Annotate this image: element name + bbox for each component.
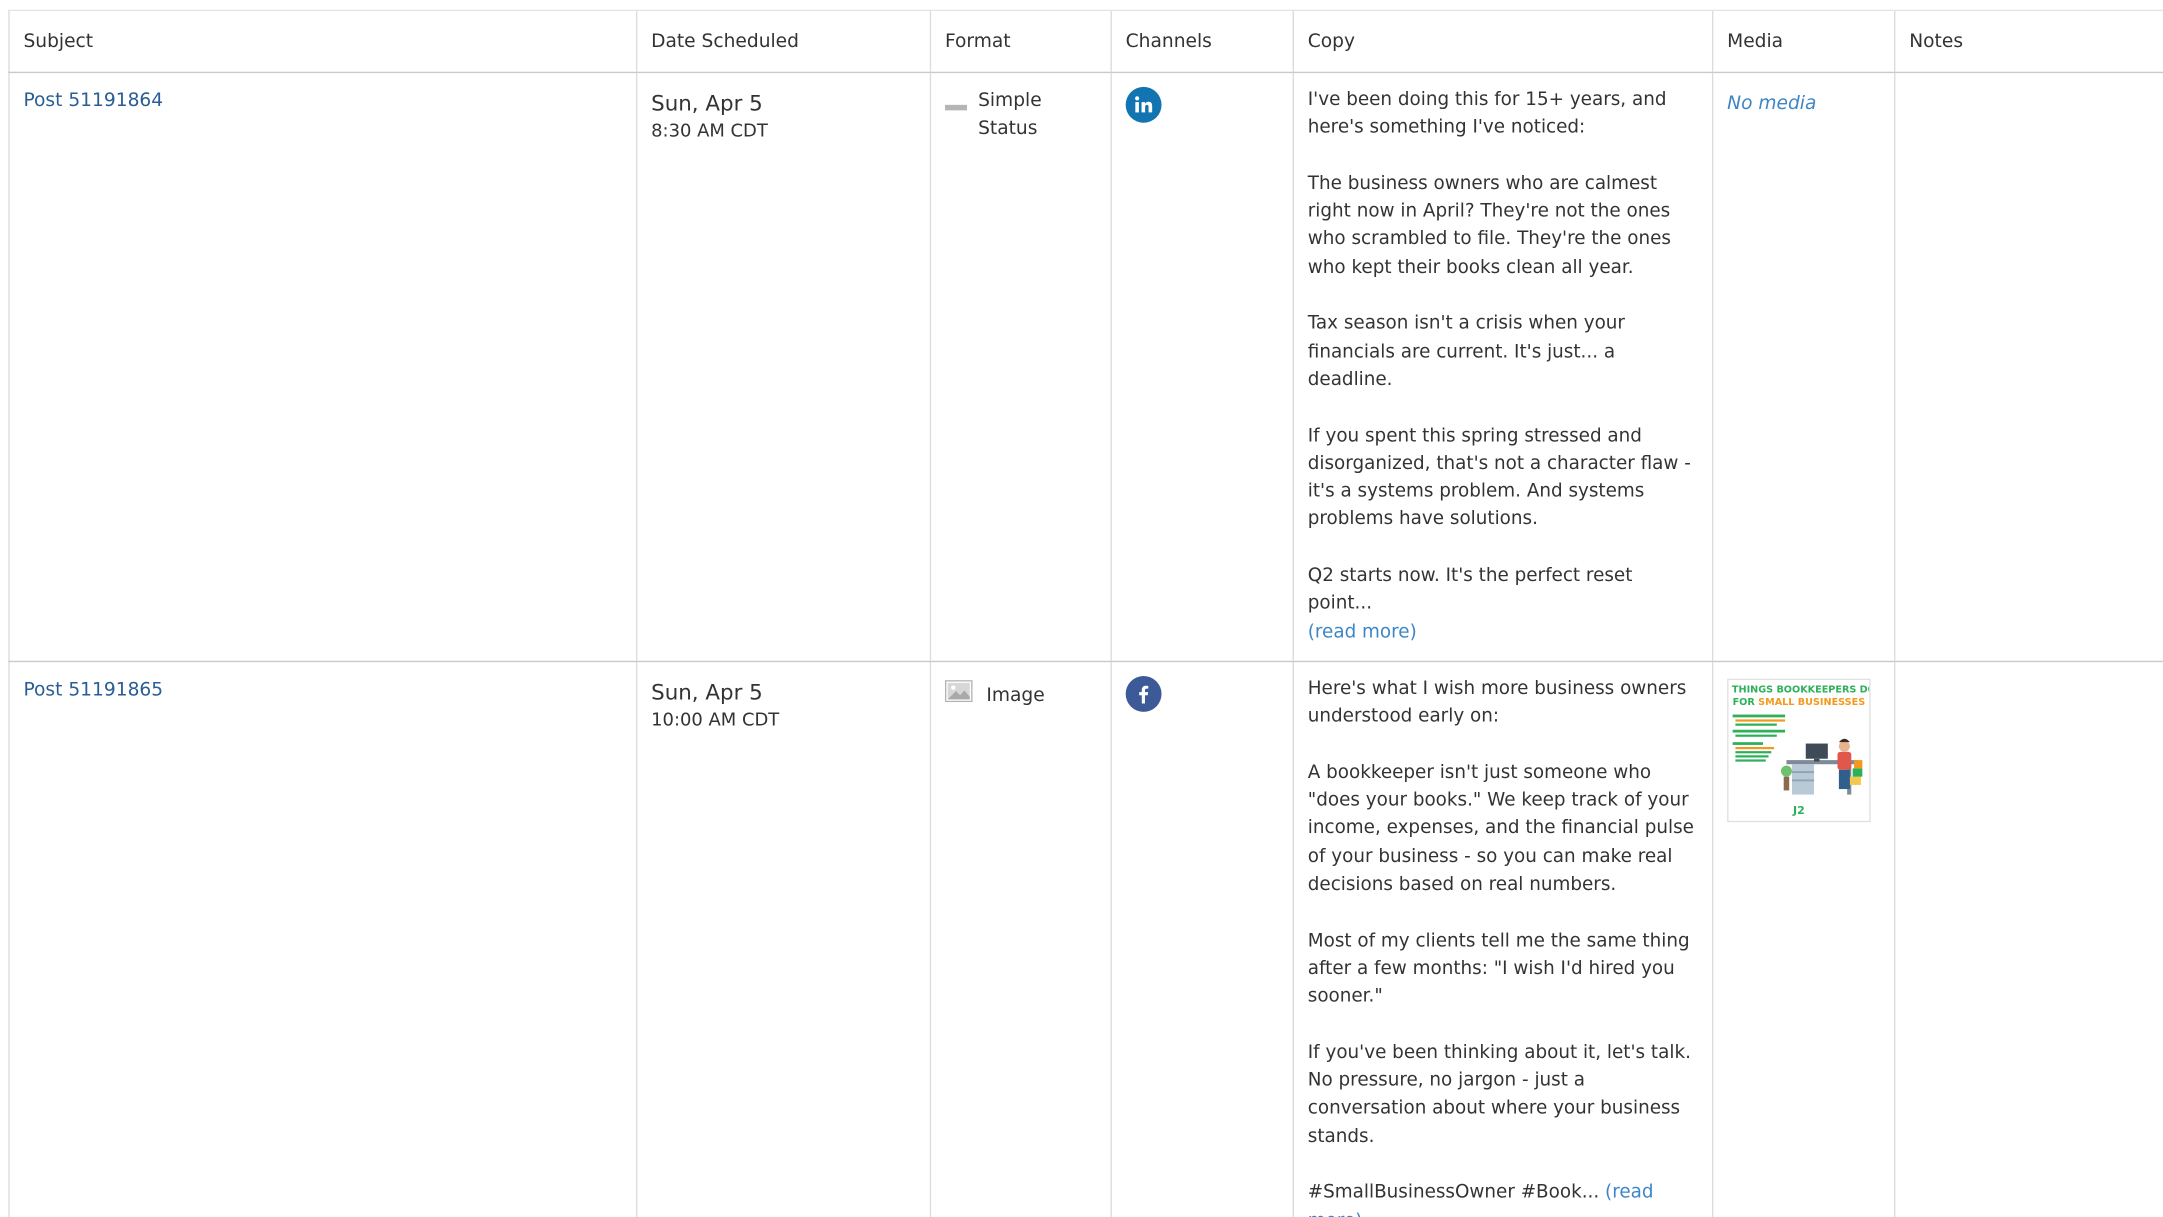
media-cell: 3 THINGS BOOKKEEPERS DO FOR SMALL BUSINE… <box>1711 661 1895 1217</box>
read-more-link[interactable]: (read more) <box>1308 622 1417 643</box>
copy-paragraph-text: #SmallBusinessOwner #Book... <box>1307 1182 1600 1204</box>
copy-paragraph: I've been doing this for 15+ years, and … <box>1307 89 1667 139</box>
facebook-icon[interactable] <box>1125 675 1162 712</box>
column-header-notes[interactable]: Notes <box>1894 9 2163 74</box>
content-area: Subject Date Scheduled Format Channels C… <box>0 0 2163 1217</box>
media-cell: No media <box>1711 72 1895 663</box>
thumbnail-title-line2: FOR SMALL BUSINESSES <box>1733 697 1866 708</box>
post-subject-link[interactable]: Post 51191864 <box>23 90 163 112</box>
column-header-format[interactable]: Format <box>929 9 1112 74</box>
subject-cell: Post 51191864 <box>8 72 637 663</box>
header-row: Subject Date Scheduled Format Channels C… <box>8 9 2163 74</box>
post-subject-link[interactable]: Post 51191865 <box>23 679 163 701</box>
thumbnail-title-small-businesses: SMALL BUSINESSES <box>1758 697 1865 708</box>
copy-cell: I've been doing this for 15+ years, and … <box>1292 72 1713 663</box>
facebook-glyph <box>1139 685 1149 704</box>
scheduled-date: Sun, Apr 5 <box>651 680 763 705</box>
bookkeepers-infographic-image: 3 THINGS BOOKKEEPERS DO FOR SMALL BUSINE… <box>1729 680 1870 821</box>
scheduled-date: Sun, Apr 5 <box>651 91 763 116</box>
no-media-label[interactable]: No media <box>1727 90 1880 118</box>
format-label-line2: Status <box>978 117 1038 140</box>
copy-paragraph: The business owners who are calmest righ… <box>1307 173 1671 279</box>
scheduled-time: 8:30 AM CDT <box>651 121 768 143</box>
column-header-date-scheduled[interactable]: Date Scheduled <box>635 9 931 74</box>
format-label-line1: Simple <box>978 89 1042 112</box>
date-cell: Sun, Apr 5 10:00 AM CDT <box>635 661 931 1217</box>
copy-paragraph-last: Q2 starts now. It's the perfect reset po… <box>1308 563 1698 647</box>
media-thumbnail[interactable]: 3 THINGS BOOKKEEPERS DO FOR SMALL BUSINE… <box>1727 678 1871 823</box>
scheduled-time: 10:00 AM CDT <box>651 710 780 732</box>
format-info: Image <box>944 676 1097 710</box>
channels-cell <box>1110 72 1294 663</box>
viewport: Subject Date Scheduled Format Channels C… <box>0 0 2163 1217</box>
format-info: Simple Status <box>944 87 1097 143</box>
column-header-media[interactable]: Media <box>1711 9 1895 74</box>
table-row: Post 51191864 Sun, Apr 5 8:30 AM CDT Sim… <box>8 72 2163 663</box>
thumbnail-title-line1: 3 THINGS BOOKKEEPERS DO <box>1729 684 1870 695</box>
linkedin-glyph <box>1135 96 1153 113</box>
column-header-subject[interactable]: Subject <box>8 9 637 74</box>
thumbnail-brand-logo: J2 <box>1792 804 1805 817</box>
posts-table: Subject Date Scheduled Format Channels C… <box>8 9 2163 1217</box>
format-label: Simple Status <box>978 87 1042 143</box>
notes-cell[interactable] <box>1894 72 2163 663</box>
copy-paragraph-text: Q2 starts now. It's the perfect reset po… <box>1307 565 1633 615</box>
copy-paragraph: Most of my clients tell me the same thin… <box>1307 930 1690 1008</box>
copy-cell: Here's what I wish more business owners … <box>1292 661 1713 1217</box>
format-label: Image <box>986 684 1045 707</box>
format-cell: Image <box>929 661 1112 1217</box>
linkedin-icon[interactable] <box>1125 86 1162 123</box>
date-cell: Sun, Apr 5 8:30 AM CDT <box>635 72 931 663</box>
copy-paragraph-last: #SmallBusinessOwner #Book... (read more) <box>1308 1180 1698 1217</box>
table-header: Subject Date Scheduled Format Channels C… <box>8 9 2163 74</box>
copy-paragraph: Tax season isn't a crisis when your fina… <box>1307 313 1625 391</box>
column-header-channels[interactable]: Channels <box>1110 9 1294 74</box>
subject-cell: Post 51191865 <box>8 661 637 1217</box>
copy-paragraph: If you spent this spring stressed and di… <box>1307 425 1691 531</box>
simple-status-icon <box>944 104 968 111</box>
channels-cell <box>1110 661 1294 1217</box>
format-cell: Simple Status <box>929 72 1112 663</box>
image-icon <box>944 680 973 703</box>
column-header-copy[interactable]: Copy <box>1292 9 1713 74</box>
thumbnail-title-for: FOR <box>1733 697 1759 708</box>
notes-cell[interactable] <box>1894 661 2163 1217</box>
table-row: Post 51191865 Sun, Apr 5 10:00 AM CDT Im… <box>8 661 2163 1217</box>
copy-paragraph: If you've been thinking about it, let's … <box>1307 1042 1691 1148</box>
copy-paragraph: A bookkeeper isn't just someone who "doe… <box>1307 762 1694 896</box>
table-body: Post 51191864 Sun, Apr 5 8:30 AM CDT Sim… <box>8 72 2163 1217</box>
copy-paragraph: Here's what I wish more business owners … <box>1307 678 1687 728</box>
